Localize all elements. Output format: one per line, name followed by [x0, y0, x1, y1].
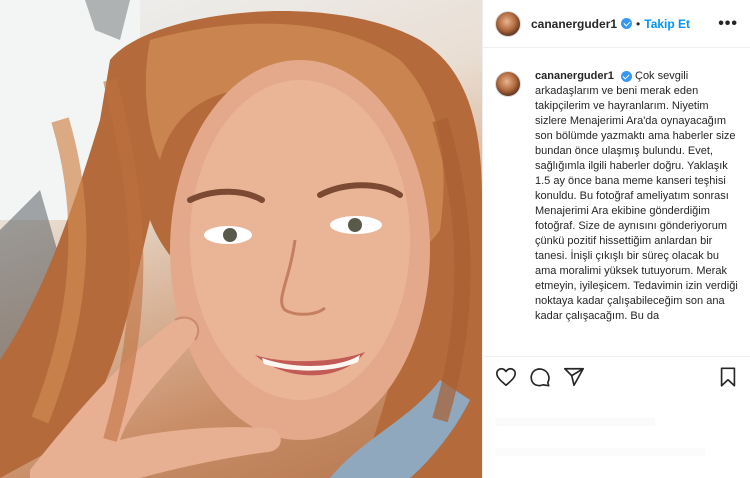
post-details-panel: cananerguder1 • Takip Et ••• cananergude… — [482, 0, 750, 478]
more-options-icon[interactable]: ••• — [718, 15, 738, 33]
follow-button[interactable]: Takip Et — [644, 17, 690, 31]
caption-username-link[interactable]: cananerguder1 — [535, 70, 614, 82]
divider — [483, 356, 750, 357]
heart-icon[interactable] — [495, 366, 517, 388]
bookmark-icon[interactable] — [717, 366, 739, 388]
separator-dot: • — [636, 16, 641, 31]
caption-avatar[interactable] — [495, 71, 521, 97]
comment-icon[interactable] — [529, 366, 551, 388]
faded-likes-placeholder — [495, 418, 655, 426]
avatar[interactable] — [495, 10, 521, 37]
caption-text: Çok sevgili arkadaşlarım ve beni merak e… — [535, 70, 738, 322]
share-icon[interactable] — [563, 366, 585, 388]
post-header: cananerguder1 • Takip Et ••• — [483, 0, 750, 48]
action-bar — [495, 364, 739, 390]
verified-badge-icon — [620, 70, 632, 82]
post-photo — [0, 0, 482, 478]
username-link[interactable]: cananerguder1 — [531, 17, 617, 31]
caption-area: cananerguder1 Çok sevgili arkadaşlarım v… — [483, 49, 750, 355]
selfie-illustration — [0, 0, 482, 478]
caption: cananerguder1 Çok sevgili arkadaşlarım v… — [535, 69, 739, 355]
verified-badge-icon — [621, 18, 633, 29]
faded-comment-placeholder — [495, 448, 705, 456]
